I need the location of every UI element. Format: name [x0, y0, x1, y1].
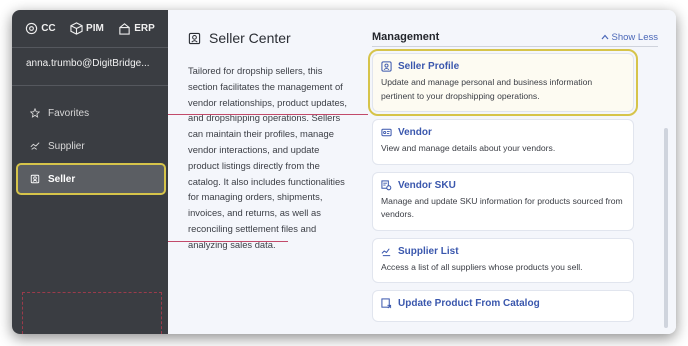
card-title: Update Product From Catalog	[398, 298, 540, 309]
app-switcher: CC PIM ERP	[12, 10, 168, 48]
sidebar-item-label: Seller	[48, 173, 76, 185]
app-erp[interactable]: ERP	[118, 22, 155, 35]
show-less-link[interactable]: Show Less	[601, 32, 658, 43]
section-description: Tailored for dropship sellers, this sect…	[188, 65, 347, 250]
sidebar-nav: Favorites Supplier Seller	[12, 86, 168, 195]
section-intro: Seller Center Tailored for dropship sell…	[168, 10, 358, 334]
card-vendor[interactable]: Vendor View and manage details about you…	[372, 119, 634, 165]
page-title: Seller Center	[188, 30, 358, 46]
erp-app-icon	[119, 23, 130, 35]
sidebar-item-seller[interactable]: Seller	[16, 163, 166, 195]
annotation-line	[168, 114, 368, 115]
card-update-product-from-catalog[interactable]: Update Product From Catalog	[372, 290, 634, 322]
sidebar-item-label: Supplier	[48, 140, 85, 152]
app-erp-label: ERP	[134, 23, 155, 34]
card-supplier-list[interactable]: Supplier List Access a list of all suppl…	[372, 237, 634, 283]
vendor-icon	[381, 128, 392, 137]
management-header: Management Show Less	[372, 31, 658, 47]
management-title: Management	[372, 31, 440, 43]
card-description: Update and manage personal and business …	[381, 77, 593, 101]
card-description: Manage and update SKU information for pr…	[381, 195, 623, 220]
supplier-icon	[30, 142, 40, 150]
sidebar-item-label: Favorites	[48, 107, 90, 119]
card-seller-profile[interactable]: Seller Profile Update and manage persona…	[368, 49, 638, 116]
annotation-line	[168, 241, 288, 242]
card-title: Seller Profile	[398, 61, 460, 72]
star-icon	[30, 108, 40, 118]
main-content: Seller Center Tailored for dropship sell…	[168, 10, 676, 334]
card-header: Supplier List	[381, 246, 625, 257]
user-email[interactable]: anna.trumbo@DigitBridge...	[12, 48, 168, 86]
page-title-text: Seller Center	[209, 30, 291, 46]
management-panel: Management Show Less Seller Profile Upda…	[358, 10, 676, 334]
app-cc[interactable]: CC	[25, 22, 56, 35]
card-header: Vendor SKU	[381, 180, 625, 191]
show-less-label: Show Less	[611, 31, 658, 43]
sku-icon	[381, 179, 392, 190]
card-header: Update Product From Catalog	[381, 298, 625, 309]
card-description: View and manage details about your vendo…	[381, 143, 556, 153]
sidebar: CC PIM ERP anna.trumbo@DigitBridge... Fa…	[12, 10, 168, 334]
card-description: Access a list of all suppliers whose pro…	[381, 261, 583, 272]
app-cc-label: CC	[41, 23, 56, 34]
card-header: Vendor	[381, 127, 625, 138]
annotation-box	[22, 292, 162, 334]
app-window: CC PIM ERP anna.trumbo@DigitBridge... Fa…	[12, 10, 676, 334]
app-pim-label: PIM	[86, 23, 104, 34]
card-header: Seller Profile	[381, 61, 625, 72]
management-cards: Seller Profile Update and manage persona…	[368, 47, 658, 322]
pim-app-icon	[70, 22, 83, 35]
chevron-up-icon	[601, 34, 608, 40]
seller-icon	[30, 174, 40, 184]
supplier-list-icon	[381, 247, 391, 256]
card-vendor-sku[interactable]: Vendor SKU Manage and update SKU informa…	[372, 171, 634, 231]
cc-app-icon	[26, 22, 38, 35]
seller-center-icon	[188, 32, 201, 44]
catalog-update-icon	[381, 298, 392, 309]
card-title: Supplier List	[398, 245, 459, 257]
card-title: Vendor SKU	[398, 179, 456, 191]
sidebar-item-favorites[interactable]: Favorites	[18, 99, 164, 127]
sidebar-item-supplier[interactable]: Supplier	[18, 132, 164, 160]
profile-icon	[381, 61, 392, 72]
app-pim[interactable]: PIM	[70, 22, 104, 35]
scrollbar[interactable]	[664, 128, 668, 328]
card-title: Vendor	[398, 127, 432, 138]
